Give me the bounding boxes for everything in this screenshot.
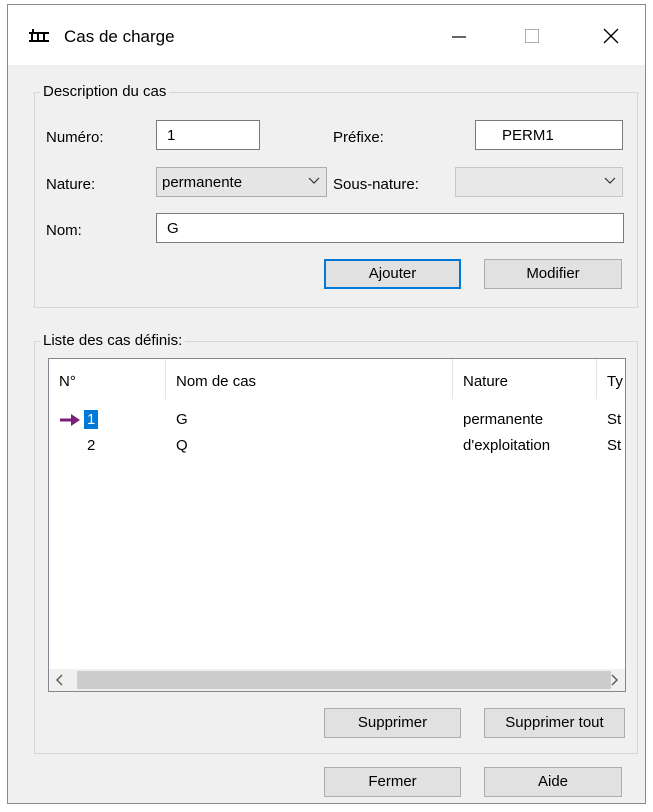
row-no: 1 xyxy=(84,410,99,429)
sousnature-label: Sous-nature: xyxy=(333,176,419,193)
minimize-icon[interactable] xyxy=(446,23,472,49)
chevron-down-icon xyxy=(308,177,320,184)
scroll-right-icon[interactable] xyxy=(603,669,625,691)
dialog-window: Cas de charge Description du cas Numéro:… xyxy=(7,4,646,804)
list-header: N° Nom de cas Nature Ty xyxy=(49,359,625,399)
numero-label: Numéro: xyxy=(46,129,104,146)
nature-select-value: permanente xyxy=(162,174,243,191)
column-separator[interactable] xyxy=(452,359,453,399)
nature-select[interactable]: permanente xyxy=(156,167,327,197)
row-type: St xyxy=(607,437,622,454)
window-title: Cas de charge xyxy=(64,27,175,46)
ajouter-button[interactable]: Ajouter xyxy=(324,259,461,289)
column-separator[interactable] xyxy=(165,359,166,399)
table-row[interactable]: 2 Q d'exploitation St xyxy=(49,437,625,459)
load-case-icon xyxy=(29,29,49,42)
column-header-type[interactable]: Ty xyxy=(607,373,623,390)
modifier-button[interactable]: Modifier xyxy=(484,259,622,289)
row-nom: G xyxy=(176,411,188,428)
title-bar[interactable]: Cas de charge xyxy=(8,5,645,65)
current-case-arrow-icon xyxy=(60,414,80,426)
row-no: 2 xyxy=(87,437,96,454)
scrollbar-thumb[interactable] xyxy=(77,671,611,689)
row-nom: Q xyxy=(176,437,188,454)
row-type: St xyxy=(607,411,622,428)
prefixe-label: Préfixe: xyxy=(333,129,384,146)
column-header-nom[interactable]: Nom de cas xyxy=(176,373,256,390)
chevron-down-icon xyxy=(604,177,616,184)
fermer-button[interactable]: Fermer xyxy=(324,767,461,797)
row-nature: d'exploitation xyxy=(463,437,551,454)
scroll-left-icon[interactable] xyxy=(49,669,71,691)
close-icon[interactable] xyxy=(598,23,624,49)
column-header-no[interactable]: N° xyxy=(59,373,76,390)
cases-list[interactable]: N° Nom de cas Nature Ty 1 G permanente S… xyxy=(48,358,626,692)
description-legend: Description du cas xyxy=(40,83,170,100)
aide-button[interactable]: Aide xyxy=(484,767,622,797)
nom-label: Nom: xyxy=(46,222,82,239)
supprimer-button[interactable]: Supprimer xyxy=(324,708,461,738)
row-nature: permanente xyxy=(463,411,544,428)
maximize-icon[interactable] xyxy=(519,23,545,49)
prefixe-field[interactable]: PERM1 xyxy=(475,120,623,150)
table-row[interactable]: 1 G permanente St xyxy=(49,410,625,433)
numero-field[interactable]: 1 xyxy=(156,120,260,150)
column-separator[interactable] xyxy=(596,359,597,399)
list-legend: Liste des cas définis: xyxy=(40,332,186,349)
nature-label: Nature: xyxy=(46,176,96,193)
nom-field[interactable]: G xyxy=(156,213,624,243)
column-header-nature[interactable]: Nature xyxy=(463,373,508,390)
supprimer-tout-button[interactable]: Supprimer tout xyxy=(484,708,625,738)
horizontal-scrollbar[interactable] xyxy=(49,669,625,691)
sousnature-select[interactable] xyxy=(455,167,623,197)
